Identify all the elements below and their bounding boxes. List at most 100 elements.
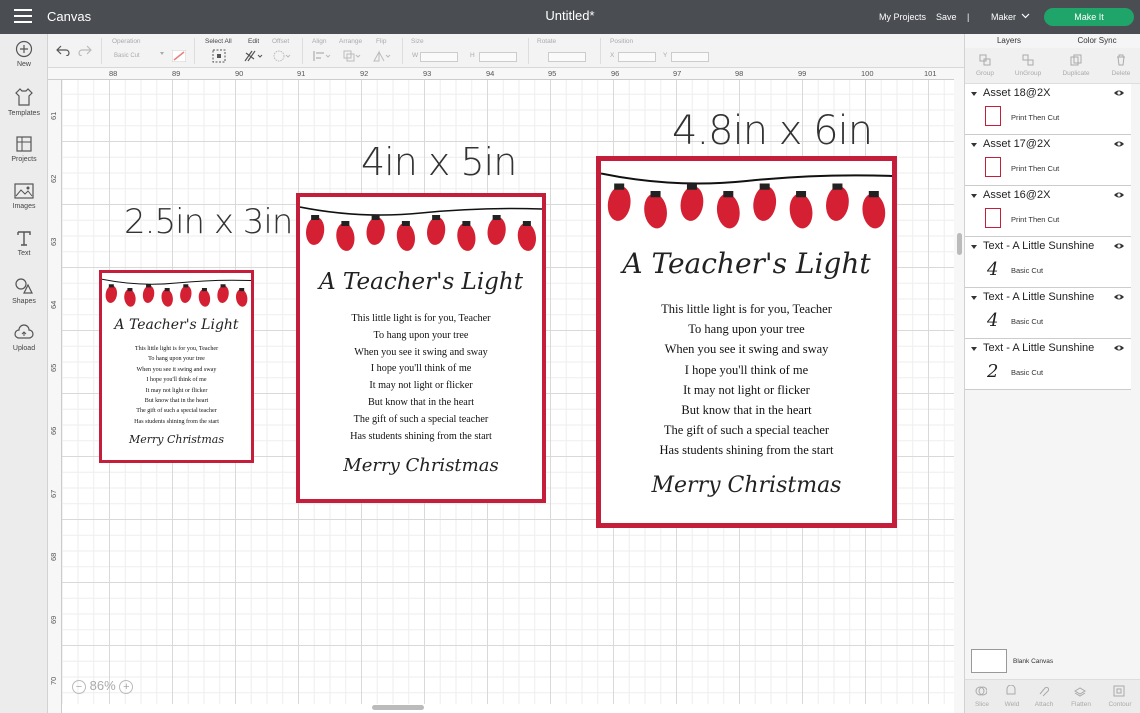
light-bulb bbox=[142, 285, 155, 303]
design-canvas[interactable]: 2.5in x 3in 4in x 5in 4.8in x 6in A Teac… bbox=[62, 80, 954, 704]
eye-icon[interactable] bbox=[1113, 191, 1125, 199]
poem-line: To hang upon your tree bbox=[373, 329, 469, 341]
layer-row[interactable]: Asset 16@2X Print Then Cut bbox=[965, 186, 1131, 237]
light-bulb bbox=[235, 289, 248, 307]
contour-icon bbox=[1113, 685, 1125, 697]
edit-icon[interactable] bbox=[244, 49, 264, 63]
sidebar-item-text[interactable]: Text bbox=[0, 229, 48, 257]
sidebar-item-upload[interactable]: Upload bbox=[0, 324, 48, 352]
chevron-down-icon[interactable] bbox=[1021, 13, 1030, 19]
light-bulb bbox=[716, 193, 740, 229]
align-label: Align bbox=[312, 38, 327, 45]
make-it-button[interactable]: Make It bbox=[1044, 8, 1134, 26]
teacher-light-card-small[interactable]: A Teacher's Light This little light is f… bbox=[99, 270, 254, 463]
contour-button[interactable]: Contour bbox=[1103, 685, 1137, 708]
flip-icon[interactable] bbox=[372, 49, 392, 63]
light-socket bbox=[164, 288, 170, 292]
group-button[interactable]: Group bbox=[965, 54, 1005, 77]
caret-down-icon[interactable] bbox=[971, 296, 977, 300]
undo-icon[interactable] bbox=[56, 44, 70, 56]
delete-button[interactable]: Delete bbox=[1101, 54, 1140, 77]
caret-down-icon[interactable] bbox=[971, 143, 977, 147]
teacher-light-card-large[interactable]: A Teacher's Light This little light is f… bbox=[596, 156, 897, 528]
caret-down-icon[interactable] bbox=[971, 347, 977, 351]
redo-icon[interactable] bbox=[78, 44, 92, 56]
y-input[interactable] bbox=[671, 52, 709, 62]
x-input[interactable] bbox=[618, 52, 656, 62]
eye-icon[interactable] bbox=[1113, 242, 1125, 250]
light-socket bbox=[127, 288, 133, 292]
teacher-light-card-medium[interactable]: A Teacher's Light This little light is f… bbox=[296, 193, 546, 503]
divider bbox=[194, 38, 195, 64]
weld-button[interactable]: Weld bbox=[995, 685, 1029, 708]
slice-button[interactable]: Slice bbox=[965, 686, 999, 708]
ungroup-icon bbox=[1022, 54, 1034, 66]
zoom-out-button[interactable]: − bbox=[72, 679, 86, 694]
sidebar-item-templates[interactable]: Templates bbox=[0, 87, 48, 117]
my-projects-link[interactable]: My Projects bbox=[879, 12, 926, 22]
ruler-tick-label: 96 bbox=[611, 69, 620, 78]
duplicate-button[interactable]: Duplicate bbox=[1056, 54, 1096, 77]
sidebar-item-new[interactable]: New bbox=[0, 40, 48, 68]
ruler-tick-label: 62 bbox=[49, 174, 58, 183]
blank-canvas-swatch[interactable] bbox=[971, 649, 1007, 673]
select-all-label: Select All bbox=[205, 38, 232, 45]
sidebar-item-projects[interactable]: Projects bbox=[0, 135, 48, 163]
ruler-tick-label: 91 bbox=[297, 69, 306, 78]
arrange-icon[interactable] bbox=[342, 49, 362, 63]
horizontal-scroll-thumb[interactable] bbox=[372, 705, 424, 710]
sidebar-item-images[interactable]: Images bbox=[0, 182, 48, 210]
light-wire bbox=[300, 206, 542, 216]
machine-select[interactable]: Maker bbox=[991, 12, 1016, 22]
eye-icon[interactable] bbox=[1113, 140, 1125, 148]
top-bar: Canvas Untitled* My Projects Save | Make… bbox=[0, 0, 1140, 34]
layer-row[interactable]: Text - A Little Sunshine 2 Basic Cut bbox=[965, 339, 1131, 390]
poem-line: But know that in the heart bbox=[681, 403, 812, 418]
select-all-icon[interactable] bbox=[212, 49, 226, 63]
layer-operation: Basic Cut bbox=[1011, 266, 1044, 275]
light-bulb bbox=[826, 186, 849, 221]
layer-name: Asset 18@2X bbox=[983, 87, 1051, 99]
light-bulb bbox=[607, 186, 631, 221]
layer-row[interactable]: Asset 18@2X Print Then Cut bbox=[965, 84, 1131, 135]
offset-icon[interactable] bbox=[272, 49, 292, 63]
ruler-tick-label: 64 bbox=[49, 300, 58, 309]
zoom-in-button[interactable]: + bbox=[119, 679, 134, 694]
ruler-tick-label: 89 bbox=[172, 69, 181, 78]
height-input[interactable] bbox=[479, 52, 517, 62]
layer-operation: Basic Cut bbox=[1011, 317, 1044, 326]
flatten-button[interactable]: Flatten bbox=[1064, 687, 1098, 708]
align-icon[interactable] bbox=[312, 49, 332, 63]
eye-icon[interactable] bbox=[1113, 89, 1125, 97]
offset-label: Offset bbox=[272, 38, 290, 45]
pen-color-icon[interactable] bbox=[172, 50, 186, 62]
ungroup-button[interactable]: UnGroup bbox=[1008, 54, 1048, 77]
caret-down-icon[interactable] bbox=[971, 194, 977, 198]
ruler-tick-label: 93 bbox=[423, 69, 432, 78]
tab-color-sync[interactable]: Color Sync bbox=[1053, 36, 1140, 45]
width-input[interactable] bbox=[420, 52, 458, 62]
light-bulb bbox=[427, 217, 446, 245]
poem-line: I hope you'll think of me bbox=[146, 377, 207, 384]
caret-down-icon[interactable] bbox=[971, 245, 977, 249]
light-socket bbox=[108, 284, 114, 288]
vertical-scrollbar[interactable] bbox=[954, 68, 964, 713]
layer-row[interactable]: Asset 17@2X Print Then Cut bbox=[965, 135, 1131, 186]
light-bulb bbox=[306, 217, 325, 245]
scroll-thumb[interactable] bbox=[957, 233, 962, 255]
weld-label: Weld bbox=[1004, 701, 1020, 708]
save-button[interactable]: Save bbox=[936, 12, 957, 22]
sidebar-item-shapes[interactable]: Shapes bbox=[0, 277, 48, 305]
attach-button[interactable]: Attach bbox=[1027, 686, 1061, 708]
rotate-input[interactable] bbox=[548, 52, 586, 62]
card-closing: Merry Christmas bbox=[343, 455, 499, 476]
caret-down-icon[interactable] bbox=[971, 92, 977, 96]
layer-row[interactable]: Text - A Little Sunshine 4 Basic Cut bbox=[965, 288, 1131, 339]
layer-row[interactable]: Text - A Little Sunshine 4 Basic Cut bbox=[965, 237, 1131, 288]
christmas-lights-graphic bbox=[102, 278, 251, 307]
eye-icon[interactable] bbox=[1113, 344, 1125, 352]
poem-line: This little light is for you, Teacher bbox=[351, 313, 491, 324]
light-bulb bbox=[396, 223, 415, 251]
sidebar-item-label: Projects bbox=[11, 156, 37, 163]
eye-icon[interactable] bbox=[1113, 293, 1125, 301]
